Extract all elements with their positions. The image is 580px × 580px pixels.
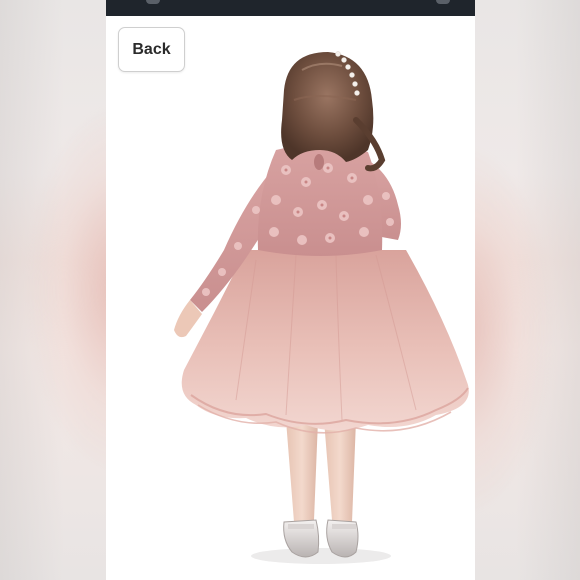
- hair: [281, 51, 386, 172]
- keyhole-back: [314, 154, 324, 170]
- product-photo: [174, 51, 469, 564]
- status-bar: [106, 0, 475, 16]
- floor-shadow: [251, 548, 391, 564]
- blurred-background-right: [474, 0, 580, 580]
- legs: [286, 420, 356, 522]
- back-button[interactable]: Back: [118, 27, 185, 72]
- blurred-background-left: [0, 0, 106, 580]
- phone-screen: Back: [106, 0, 475, 580]
